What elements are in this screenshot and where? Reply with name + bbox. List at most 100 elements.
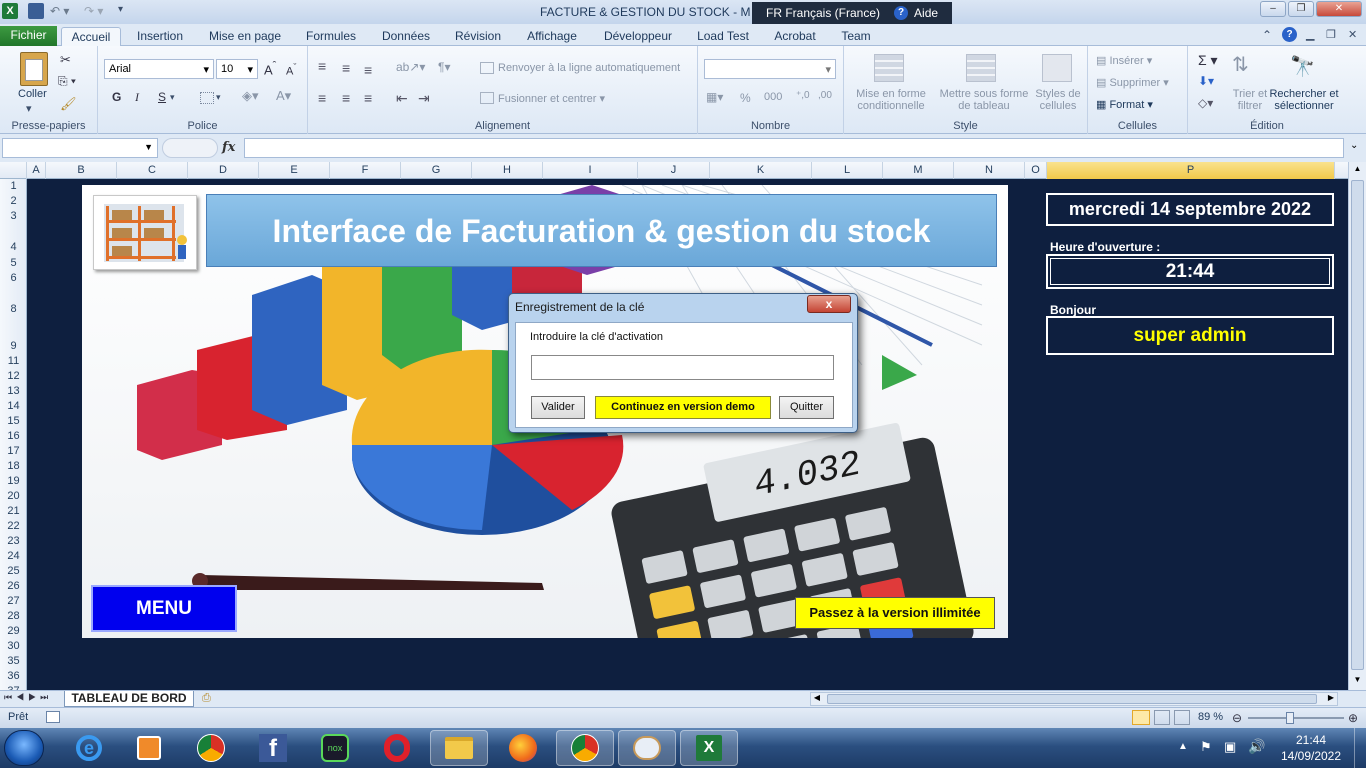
- zoom-in-icon[interactable]: ⊕: [1348, 711, 1358, 725]
- column-header[interactable]: C: [117, 162, 188, 179]
- column-header[interactable]: M: [883, 162, 954, 179]
- dialog-close-button[interactable]: x: [807, 295, 851, 313]
- customize-qat-icon[interactable]: ▾: [118, 4, 123, 15]
- row-header[interactable]: 2: [0, 195, 27, 207]
- copy-icon[interactable]: ⎘ ▾: [58, 74, 76, 89]
- zoom-slider-thumb[interactable]: [1286, 712, 1294, 724]
- column-header[interactable]: H: [472, 162, 543, 179]
- excel-app-icon[interactable]: X: [2, 3, 18, 19]
- column-header[interactable]: K: [710, 162, 812, 179]
- row-header[interactable]: 30: [0, 640, 27, 652]
- start-button[interactable]: [4, 730, 44, 766]
- row-header[interactable]: 16: [0, 430, 27, 442]
- cut-icon[interactable]: ✂: [60, 52, 71, 68]
- row-header[interactable]: 23: [0, 535, 27, 547]
- tab-donnees[interactable]: Données: [372, 27, 440, 46]
- select-all-corner[interactable]: [0, 162, 27, 179]
- workbook-close-icon[interactable]: ✕: [1348, 28, 1357, 41]
- tab-formules[interactable]: Formules: [298, 27, 364, 46]
- align-top-icon[interactable]: ≡: [318, 58, 326, 74]
- row-header[interactable]: 20: [0, 490, 27, 502]
- insert-sheet-icon[interactable]: ⎙: [202, 692, 211, 705]
- sort-filter-icon[interactable]: ⇅: [1232, 52, 1249, 77]
- upgrade-button[interactable]: Passez à la version illimitée: [795, 597, 995, 629]
- page-break-view-icon[interactable]: [1174, 710, 1190, 725]
- increase-decimal-icon[interactable]: ⁺,0: [796, 90, 810, 101]
- action-center-icon[interactable]: ⚑: [1200, 739, 1212, 755]
- network-icon[interactable]: ▣: [1224, 739, 1236, 755]
- wrap-text-button[interactable]: Renvoyer à la ligne automatiquement: [498, 62, 680, 74]
- row-header[interactable]: 22: [0, 520, 27, 532]
- menu-button[interactable]: MENU: [91, 585, 237, 632]
- taskbar-media-player-icon[interactable]: [120, 730, 178, 766]
- row-header[interactable]: 15: [0, 415, 27, 427]
- align-middle-icon[interactable]: ≡: [342, 60, 350, 76]
- format-table-button[interactable]: Mettre sous forme de tableau: [936, 88, 1032, 112]
- column-header[interactable]: B: [46, 162, 117, 179]
- row-header[interactable]: 28: [0, 610, 27, 622]
- expand-formula-icon[interactable]: ⌄: [1350, 140, 1358, 151]
- column-header[interactable]: O: [1025, 162, 1047, 179]
- row-header[interactable]: 19: [0, 475, 27, 487]
- tab-affichage[interactable]: Affichage: [516, 27, 588, 46]
- increase-indent-icon[interactable]: ⇥: [418, 90, 430, 107]
- taskbar-file-explorer-icon[interactable]: [430, 730, 488, 766]
- tab-insertion[interactable]: Insertion: [128, 27, 192, 46]
- zoom-level[interactable]: 89 %: [1198, 711, 1223, 723]
- percent-button[interactable]: %: [740, 91, 751, 105]
- column-header[interactable]: L: [812, 162, 883, 179]
- decrease-indent-icon[interactable]: ⇤: [396, 90, 408, 107]
- help-circle-icon[interactable]: ?: [1282, 27, 1297, 42]
- row-header[interactable]: 27: [0, 595, 27, 607]
- borders-icon[interactable]: [200, 92, 214, 104]
- taskbar-firefox-icon[interactable]: [494, 730, 552, 766]
- tab-fichier[interactable]: Fichier: [0, 26, 57, 46]
- taskbar-internet-explorer-icon[interactable]: e: [60, 730, 118, 766]
- ribbon-minimize-icon[interactable]: ⌃: [1262, 28, 1272, 42]
- clock-date[interactable]: 14/09/2022: [1278, 749, 1344, 763]
- decrease-decimal-icon[interactable]: ,00: [818, 90, 832, 101]
- page-layout-view-icon[interactable]: [1154, 710, 1170, 725]
- clock-time[interactable]: 21:44: [1278, 733, 1344, 747]
- format-button[interactable]: ▦ Format ▾: [1096, 98, 1153, 111]
- paste-icon[interactable]: [20, 52, 48, 86]
- column-header[interactable]: F: [330, 162, 401, 179]
- grow-font-icon[interactable]: Aˆ: [264, 60, 276, 77]
- align-left-icon[interactable]: ≡: [318, 90, 326, 106]
- row-header[interactable]: 26: [0, 580, 27, 592]
- tab-team[interactable]: Team: [834, 27, 878, 46]
- sheet-nav-arrows[interactable]: ⏮◀▶⏭: [4, 692, 52, 703]
- save-icon[interactable]: [28, 3, 44, 19]
- workbook-minimize-icon[interactable]: ▁: [1306, 28, 1314, 41]
- fill-icon[interactable]: ⬇▾: [1198, 74, 1214, 88]
- column-header-selected[interactable]: P: [1047, 162, 1335, 179]
- normal-view-icon[interactable]: [1132, 710, 1150, 725]
- row-header[interactable]: 18: [0, 460, 27, 472]
- taskbar-chrome-icon[interactable]: [182, 730, 240, 766]
- row-header[interactable]: 6: [0, 272, 27, 284]
- font-name-select[interactable]: Arial ▾: [104, 59, 214, 79]
- orientation-icon[interactable]: ab↗▾: [396, 60, 425, 74]
- row-header[interactable]: 24: [0, 550, 27, 562]
- tab-revision[interactable]: Révision: [448, 27, 508, 46]
- row-header[interactable]: 14: [0, 400, 27, 412]
- row-header[interactable]: 17: [0, 445, 27, 457]
- bold-button[interactable]: G: [112, 90, 121, 104]
- delete-button[interactable]: ▤ Supprimer ▾: [1096, 76, 1169, 89]
- column-header[interactable]: N: [954, 162, 1025, 179]
- format-painter-icon[interactable]: 🖌: [60, 96, 77, 112]
- shrink-font-icon[interactable]: Aˇ: [286, 62, 296, 78]
- taskbar-facebook-icon[interactable]: f: [244, 730, 302, 766]
- font-color-icon[interactable]: A▾: [276, 88, 291, 104]
- row-header[interactable]: 12: [0, 370, 27, 382]
- row-header[interactable]: 13: [0, 385, 27, 397]
- sheet-tab-active[interactable]: TABLEAU DE BORD: [64, 691, 194, 707]
- macro-record-icon[interactable]: [46, 711, 60, 723]
- close-window-button[interactable]: ✕: [1316, 1, 1362, 17]
- tab-accueil[interactable]: Accueil: [61, 27, 121, 46]
- tab-load-test[interactable]: Load Test: [690, 27, 756, 46]
- vertical-scrollbar[interactable]: ▲ ▼: [1348, 162, 1366, 690]
- merge-center-button[interactable]: Fusionner et centrer ▾: [498, 92, 605, 105]
- conditional-format-icon[interactable]: [874, 54, 904, 82]
- column-header[interactable]: E: [259, 162, 330, 179]
